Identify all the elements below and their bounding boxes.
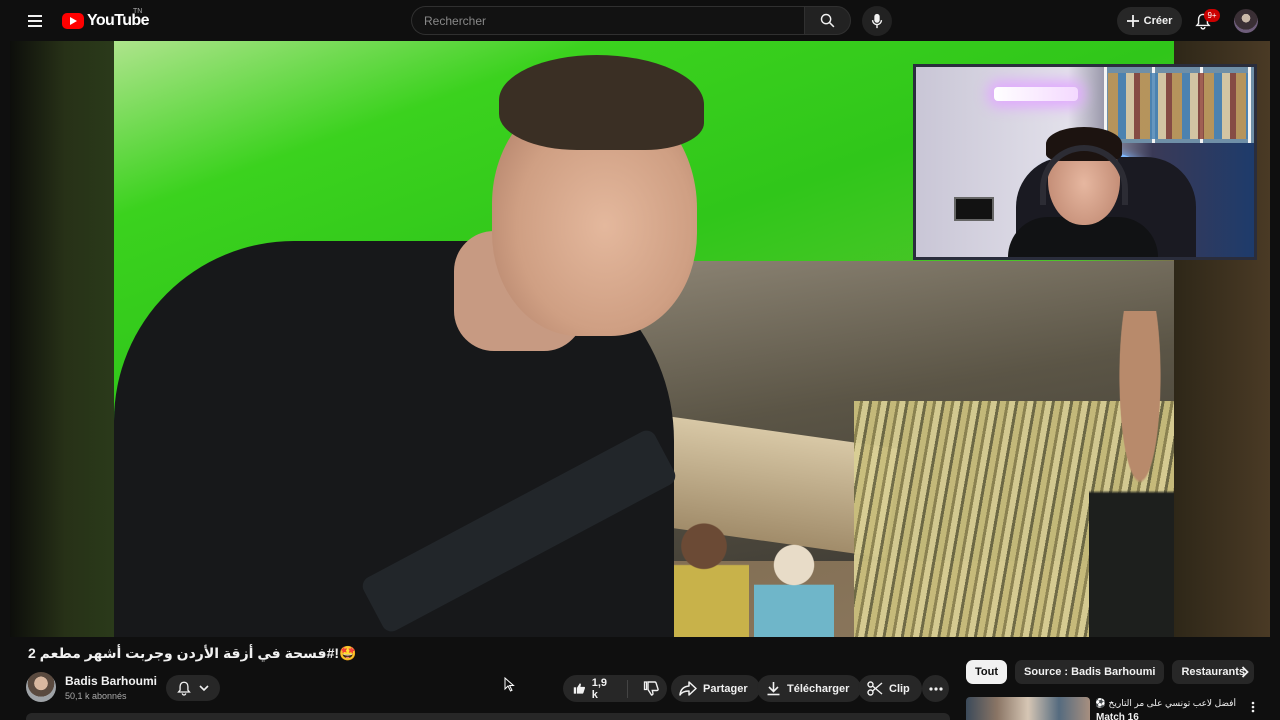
- create-button[interactable]: Créer: [1117, 7, 1182, 35]
- bell-icon: [177, 681, 191, 696]
- chip-source[interactable]: Source : Badis Barhoumi: [1015, 660, 1165, 684]
- neon-rifle-sign: [994, 87, 1078, 101]
- plus-icon: [1126, 15, 1139, 27]
- chips-next-button[interactable]: [1234, 661, 1256, 683]
- thumbs-up-icon: [573, 683, 586, 694]
- recommendation-title[interactable]: أفضل لاعب تونسي على مر التاريخ ⚽: [1096, 698, 1236, 709]
- youtube-logo[interactable]: YouTube TN: [62, 8, 149, 31]
- download-icon: [767, 682, 780, 696]
- recommendation-subtitle: Match 16: [1096, 712, 1139, 720]
- channel-avatar[interactable]: [26, 672, 56, 702]
- search-icon: [820, 13, 835, 28]
- download-label: Télécharger: [787, 682, 850, 695]
- chevron-down-icon: [199, 684, 209, 691]
- more-vertical-icon: [1251, 701, 1255, 713]
- mouse-cursor: [504, 676, 516, 693]
- like-divider: [627, 679, 629, 698]
- menu-icon[interactable]: [22, 11, 48, 31]
- like-count: 1,9 k: [591, 676, 608, 701]
- side-person: [1089, 311, 1174, 637]
- recommendation-thumbnail[interactable]: [966, 697, 1090, 720]
- notification-badge: 9+: [1204, 9, 1220, 22]
- subscriber-count: 50,1 k abonnés: [65, 691, 127, 701]
- account-avatar[interactable]: [1234, 9, 1258, 33]
- share-label: Partager: [703, 682, 748, 695]
- webcam-overlay: [913, 64, 1257, 260]
- recommendation-chips: Tout Source : Badis Barhoumi Restaurants: [966, 660, 1255, 684]
- chevron-right-icon: [1241, 666, 1249, 678]
- webcam-shelf-items: [1108, 73, 1248, 139]
- subscription-bell-button[interactable]: [166, 675, 220, 701]
- search-button[interactable]: [804, 6, 851, 35]
- share-button[interactable]: Partager: [671, 675, 760, 702]
- dislike-button[interactable]: [634, 675, 667, 702]
- chip-all[interactable]: Tout: [966, 660, 1008, 684]
- video-title: فسحة في أزقة الأردن وجربت أشهر مطعم 2#!🤩: [28, 645, 357, 661]
- voice-search-button[interactable]: [862, 6, 892, 36]
- like-button[interactable]: 1,9 k: [563, 675, 621, 702]
- top-bar: YouTube TN Créer 9+: [0, 0, 1280, 41]
- webcam-desk-device: [954, 197, 994, 221]
- scissors-icon: [867, 681, 883, 696]
- microphone-icon: [871, 13, 883, 29]
- like-dislike-group: 1,9 k: [563, 675, 667, 702]
- more-horizontal-icon: [928, 686, 943, 691]
- background-person: [754, 541, 834, 637]
- clip-label: Clip: [889, 682, 910, 695]
- vlogger-hair: [499, 55, 704, 150]
- video-player[interactable]: [10, 41, 1270, 637]
- share-icon: [679, 681, 697, 696]
- channel-name[interactable]: Badis Barhoumi: [65, 674, 157, 688]
- search-input[interactable]: [412, 7, 804, 34]
- search-box: [411, 6, 804, 35]
- youtube-play-icon: [62, 13, 84, 29]
- recommendation-more-button[interactable]: [1251, 700, 1261, 714]
- download-button[interactable]: Télécharger: [757, 675, 862, 702]
- create-label: Créer: [1143, 15, 1173, 27]
- logo-country-code: TN: [133, 8, 143, 15]
- description-box[interactable]: [26, 713, 950, 720]
- clip-button[interactable]: Clip: [858, 675, 922, 702]
- more-actions-button[interactable]: [922, 675, 949, 702]
- thumbs-down-icon: [643, 681, 659, 696]
